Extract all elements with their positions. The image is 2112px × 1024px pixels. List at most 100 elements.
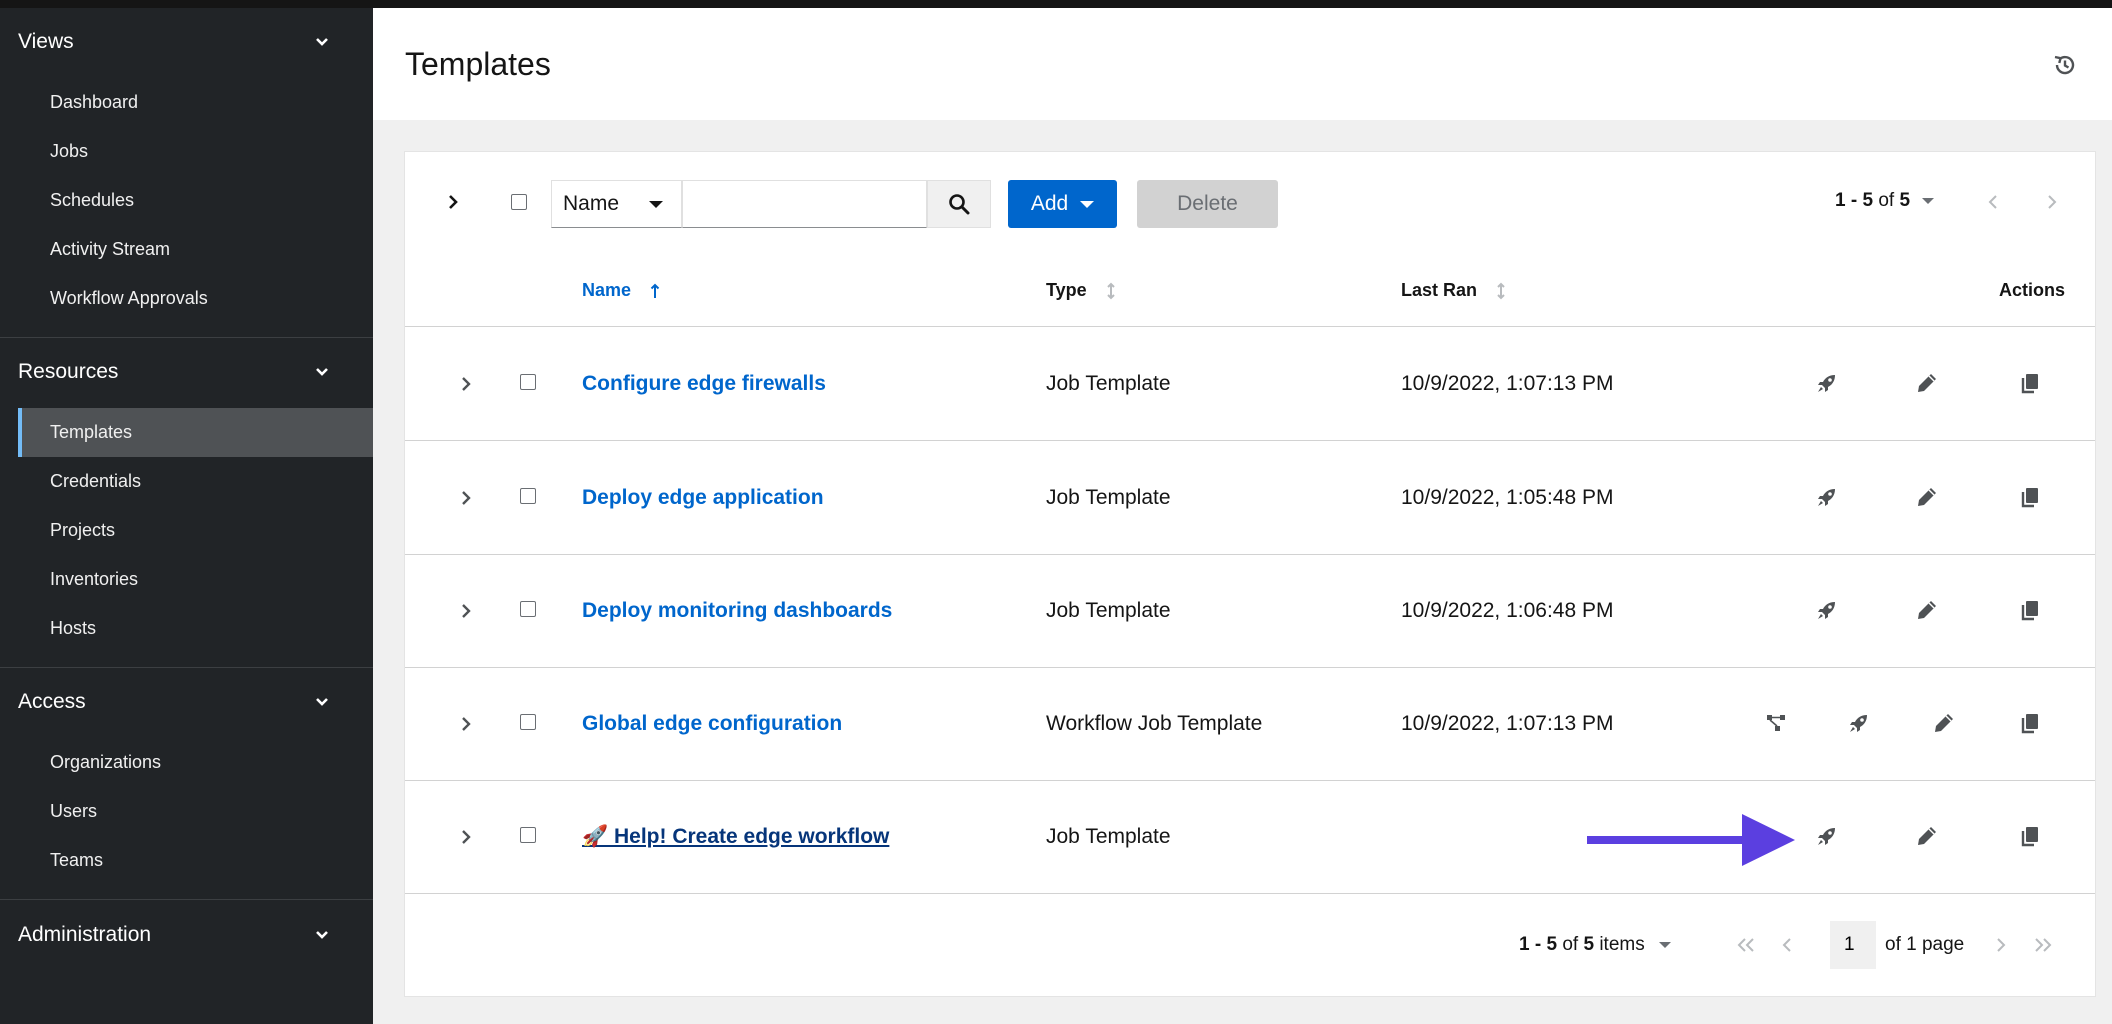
column-header-type[interactable]: Type [1046,280,1117,301]
pagination-range: 1 - 5 [1519,934,1558,955]
copy-icon[interactable] [2018,485,2042,509]
row-checkbox[interactable] [520,714,536,730]
edit-pencil-icon[interactable] [1915,485,1939,509]
filter-select[interactable]: Name [551,180,682,228]
annotation-arrow-icon [1587,814,1795,866]
table-row: Global edge configuration Workflow Job T… [405,668,2095,781]
row-checkbox[interactable] [520,827,536,843]
sidebar-item-hosts[interactable]: Hosts [0,604,373,653]
launch-rocket-icon[interactable] [1815,824,1839,848]
launch-rocket-icon[interactable] [1815,598,1839,622]
sidebar-item-workflow-approvals[interactable]: Workflow Approvals [0,274,373,323]
template-last-ran: 10/9/2022, 1:07:13 PM [1401,372,1614,395]
sidebar-item-activity-stream[interactable]: Activity Stream [0,225,373,274]
nav-group-label: Resources [18,360,119,383]
sidebar-item-inventories[interactable]: Inventories [0,555,373,604]
expand-all-icon[interactable] [445,192,461,212]
sidebar-item-templates[interactable]: Templates [18,408,373,457]
column-header-last-ran[interactable]: Last Ran [1401,280,1507,301]
sidebar-item-organizations[interactable]: Organizations [0,738,373,787]
first-page-icon[interactable] [1735,935,1757,955]
search-input[interactable] [682,180,927,228]
column-header-name[interactable]: Name [582,280,661,301]
table-row: 🚀 Help! Create edge workflow Job Templat… [405,781,2095,894]
edit-pencil-icon[interactable] [1915,598,1939,622]
nav-group-resources: Resources Templates Credentials Projects… [0,338,373,668]
template-name-link[interactable]: Deploy edge application [582,486,824,510]
template-name-link[interactable]: Configure edge firewalls [582,372,826,396]
nav-group-header-resources[interactable]: Resources [0,338,373,406]
page-number-input[interactable] [1830,921,1876,969]
edit-pencil-icon[interactable] [1915,824,1939,848]
items-per-page-toggle[interactable]: 1 - 5 of 5 items [1519,934,1671,956]
sort-icon [1497,282,1505,299]
column-header-label: Last Ran [1401,280,1478,300]
pagination-count: 1 - 5 of 5 [1835,190,1910,212]
expand-row-icon[interactable] [460,375,472,393]
next-page-icon[interactable] [1995,935,2007,955]
edit-pencil-icon[interactable] [1932,711,1956,735]
launch-rocket-icon[interactable] [1815,371,1839,395]
template-name-link[interactable]: 🚀 Help! Create edge workflow [582,825,889,849]
row-checkbox[interactable] [520,601,536,617]
template-type: Job Template [1046,599,1171,622]
copy-icon[interactable] [2018,371,2042,395]
copy-icon[interactable] [2018,598,2042,622]
chevron-down-icon [316,931,328,939]
visualizer-topology-icon[interactable] [1764,711,1788,735]
launch-rocket-icon[interactable] [1847,711,1871,735]
pagination-count-toggle[interactable]: 1 - 5 of 5 [1835,190,1935,212]
template-last-ran: 10/9/2022, 1:06:48 PM [1401,599,1614,622]
row-checkbox[interactable] [520,488,536,504]
template-type: Job Template [1046,372,1171,395]
pagination-total: 5 [1899,190,1911,211]
sort-icon [1106,282,1115,299]
bottom-pagination: 1 - 5 of 5 items of 1 page [405,893,2095,993]
expand-row-icon[interactable] [460,489,472,507]
page-total-label: of 1 page [1885,934,1965,955]
caret-down-icon [1080,200,1095,208]
sort-ascending-icon [650,283,660,298]
delete-button[interactable]: Delete [1137,180,1278,228]
template-last-ran: 10/9/2022, 1:05:48 PM [1401,486,1614,509]
page-title: Templates [405,46,551,82]
caret-down-icon [1922,198,1935,204]
top-bar [0,0,2112,8]
edit-pencil-icon[interactable] [1915,371,1939,395]
pagination-count: 1 - 5 of 5 items [1519,934,1645,956]
chevron-down-icon [316,698,328,706]
sidebar-item-projects[interactable]: Projects [0,506,373,555]
sidebar-item-dashboard[interactable]: Dashboard [0,78,373,127]
previous-page-icon[interactable] [1987,193,1999,211]
sidebar-item-teams[interactable]: Teams [0,836,373,885]
expand-row-icon[interactable] [460,602,472,620]
sidebar-item-credentials[interactable]: Credentials [0,457,373,506]
launch-rocket-icon[interactable] [1815,485,1839,509]
add-button[interactable]: Add [1008,180,1117,228]
last-page-icon[interactable] [2032,935,2054,955]
nav-group-header-administration[interactable]: Administration [0,900,373,970]
toolbar: Name Add Delete 1 - 5 of 5 [405,152,2095,252]
nav-group-views: Views Dashboard Jobs Schedules Activity … [0,8,373,338]
sidebar-item-schedules[interactable]: Schedules [0,176,373,225]
template-name-link[interactable]: Deploy monitoring dashboards [582,599,892,623]
template-type: Workflow Job Template [1046,712,1263,735]
next-page-icon[interactable] [2046,193,2058,211]
sidebar-item-jobs[interactable]: Jobs [0,127,373,176]
history-icon[interactable] [2052,52,2078,78]
nav-group-header-views[interactable]: Views [0,8,373,76]
sidebar-item-users[interactable]: Users [0,787,373,836]
expand-row-icon[interactable] [460,828,472,846]
nav-group-header-access[interactable]: Access [0,668,373,736]
previous-page-icon[interactable] [1781,935,1793,955]
select-all-checkbox[interactable] [511,194,527,210]
copy-icon[interactable] [2018,824,2042,848]
template-name-link[interactable]: Global edge configuration [582,712,842,736]
expand-row-icon[interactable] [460,715,472,733]
table-header: Name Type Last Ran Actions [405,252,2095,327]
copy-icon[interactable] [2018,711,2042,735]
row-checkbox[interactable] [520,374,536,390]
page-header: Templates [373,8,2112,120]
template-type: Job Template [1046,825,1171,848]
search-button[interactable] [927,180,991,228]
